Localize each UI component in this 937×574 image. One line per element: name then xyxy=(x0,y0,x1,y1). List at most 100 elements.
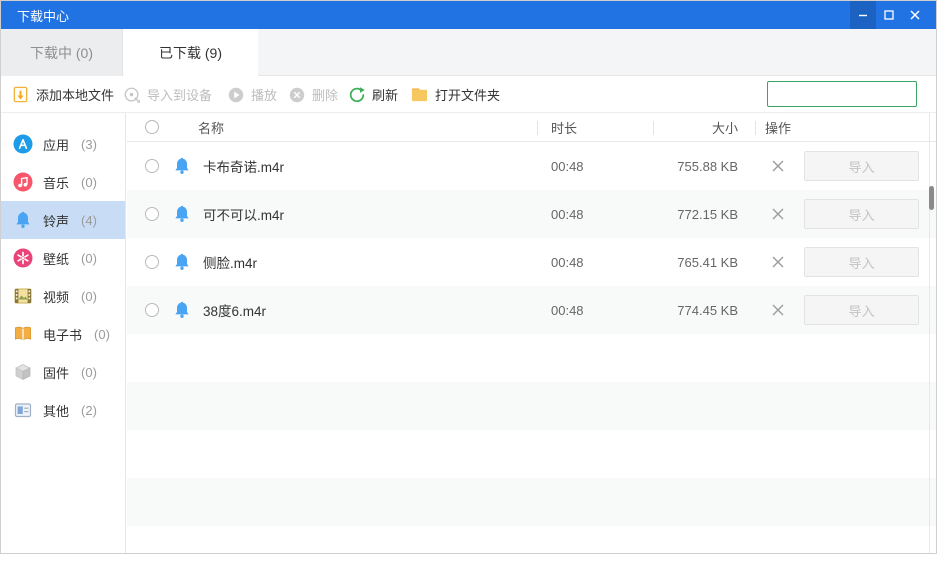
minimize-icon xyxy=(859,14,867,17)
refresh-label: 刷新 xyxy=(372,88,399,103)
delete-row-icon[interactable] xyxy=(763,286,793,334)
add-local-file-button[interactable]: 添加本地文件 xyxy=(11,76,114,113)
window-title: 下载中心 xyxy=(17,8,70,24)
sidebar-item-ringtones[interactable]: 铃声 (4) xyxy=(1,201,125,239)
play-button[interactable]: 播放 xyxy=(227,76,277,113)
sidebar-item-videos[interactable]: 视频 (0) xyxy=(1,277,125,315)
header-size: 大小 xyxy=(711,120,738,136)
close-button[interactable] xyxy=(902,1,928,29)
column-divider xyxy=(653,121,654,135)
close-icon xyxy=(910,10,920,20)
play-label: 播放 xyxy=(251,88,278,103)
import-button[interactable]: 导入 xyxy=(804,295,919,325)
sidebar-count: (0) xyxy=(81,288,97,304)
music-icon xyxy=(13,172,33,192)
import-button[interactable]: 导入 xyxy=(804,247,919,277)
empty-row-stripe xyxy=(127,478,936,526)
sidebar-label: 音乐 xyxy=(43,175,70,191)
titlebar: 下载中心 xyxy=(1,1,936,29)
scrollbar-track[interactable] xyxy=(929,113,930,553)
tab-downloaded[interactable]: 已下载 (9) xyxy=(123,29,258,77)
file-name: 可不可以.m4r xyxy=(203,208,284,223)
row-checkbox[interactable] xyxy=(145,207,159,221)
header-action: 操作 xyxy=(764,120,791,136)
table-row[interactable]: 可不可以.m4r 00:48 772.15 KB 导入 xyxy=(127,190,936,238)
delete-label: 删除 xyxy=(312,88,339,103)
table-header: 名称 时长 大小 操作 xyxy=(127,113,936,142)
table-row[interactable]: 侧脸.m4r 00:48 765.41 KB 导入 xyxy=(127,238,936,286)
add-file-icon xyxy=(13,86,28,103)
tab-bar: 下载中 (0) 已下载 (9) xyxy=(1,29,936,77)
row-checkbox[interactable] xyxy=(145,159,159,173)
scrollbar-thumb[interactable] xyxy=(929,186,934,210)
sidebar-item-firmware[interactable]: 固件 (0) xyxy=(1,353,125,391)
minimize-button[interactable] xyxy=(850,1,876,29)
firmware-cube-icon xyxy=(15,364,31,381)
import-to-device-button[interactable]: 导入到设备 xyxy=(123,76,212,113)
delete-row-icon[interactable] xyxy=(763,142,793,190)
download-center-window: 下载中心 下载中 (0) 已下载 (9) 添加本地文件 导入到设备 播放 删除 … xyxy=(0,0,937,554)
sidebar-item-music[interactable]: 音乐 (0) xyxy=(1,163,125,201)
sidebar-count: (0) xyxy=(94,326,110,342)
file-table: 名称 时长 大小 操作 卡布奇诺.m4r 00:48 755.88 KB 导入 … xyxy=(127,113,936,553)
delete-row-icon[interactable] xyxy=(763,238,793,286)
import-button[interactable]: 导入 xyxy=(804,151,919,181)
sidebar-label: 铃声 xyxy=(43,213,70,229)
file-size: 765.41 KB xyxy=(677,254,738,270)
sidebar-count: (0) xyxy=(81,364,97,380)
ringtone-bell-icon xyxy=(175,205,189,222)
file-name: 侧脸.m4r xyxy=(203,256,257,271)
sidebar-count: (0) xyxy=(81,174,97,190)
table-row[interactable]: 38度6.m4r 00:48 774.45 KB 导入 xyxy=(127,286,936,334)
import-button[interactable]: 导入 xyxy=(804,199,919,229)
sidebar-label: 电子书 xyxy=(43,327,83,343)
row-checkbox[interactable] xyxy=(145,303,159,317)
play-icon xyxy=(228,87,244,102)
file-name: 38度6.m4r xyxy=(203,304,267,319)
delete-row-icon[interactable] xyxy=(763,190,793,238)
window-controls xyxy=(850,1,928,29)
table-row[interactable]: 卡布奇诺.m4r 00:48 755.88 KB 导入 xyxy=(127,142,936,190)
file-size: 755.88 KB xyxy=(677,158,738,174)
delete-circle-icon xyxy=(289,87,305,102)
maximize-button[interactable] xyxy=(876,1,902,29)
app-store-icon xyxy=(13,134,33,154)
refresh-button[interactable]: 刷新 xyxy=(348,76,398,113)
ringtone-bell-icon xyxy=(175,157,189,174)
sidebar-item-others[interactable]: 其他 (2) xyxy=(1,391,125,429)
add-local-file-label: 添加本地文件 xyxy=(36,88,115,103)
sidebar-label: 固件 xyxy=(43,365,70,381)
ringtone-bell-icon xyxy=(175,253,189,270)
sidebar-item-apps[interactable]: 应用 (3) xyxy=(1,125,125,163)
empty-row-stripe xyxy=(127,334,936,382)
sidebar-label: 其他 xyxy=(43,403,70,419)
column-divider xyxy=(755,121,756,135)
delete-button[interactable]: 删除 xyxy=(288,76,338,113)
sidebar-count: (0) xyxy=(81,250,97,266)
search-input[interactable] xyxy=(768,83,937,105)
bell-icon xyxy=(16,211,30,228)
search-box xyxy=(767,81,937,107)
empty-row-stripe xyxy=(127,430,936,478)
ebook-icon xyxy=(15,326,31,341)
sidebar-item-wallpapers[interactable]: 壁纸 (0) xyxy=(1,239,125,277)
row-checkbox[interactable] xyxy=(145,255,159,269)
file-size: 774.45 KB xyxy=(677,302,738,318)
open-folder-button[interactable]: 打开文件夹 xyxy=(410,76,500,113)
select-all-checkbox[interactable] xyxy=(145,120,159,134)
ringtone-bell-icon xyxy=(175,301,189,318)
video-icon xyxy=(14,288,32,304)
file-name: 卡布奇诺.m4r xyxy=(203,160,284,175)
wallpaper-icon xyxy=(13,248,33,268)
folder-icon xyxy=(411,88,428,102)
maximize-icon xyxy=(884,10,894,20)
sidebar-item-ebooks[interactable]: 电子书 (0) xyxy=(1,315,125,353)
tab-downloading[interactable]: 下载中 (0) xyxy=(1,29,123,76)
other-document-icon xyxy=(14,403,32,418)
import-device-icon xyxy=(124,87,140,103)
empty-row-stripe xyxy=(127,526,936,574)
empty-row-stripe xyxy=(127,382,936,430)
sidebar-label: 应用 xyxy=(43,137,70,153)
sidebar-count: (3) xyxy=(81,136,97,152)
sidebar-label: 视频 xyxy=(43,289,70,305)
